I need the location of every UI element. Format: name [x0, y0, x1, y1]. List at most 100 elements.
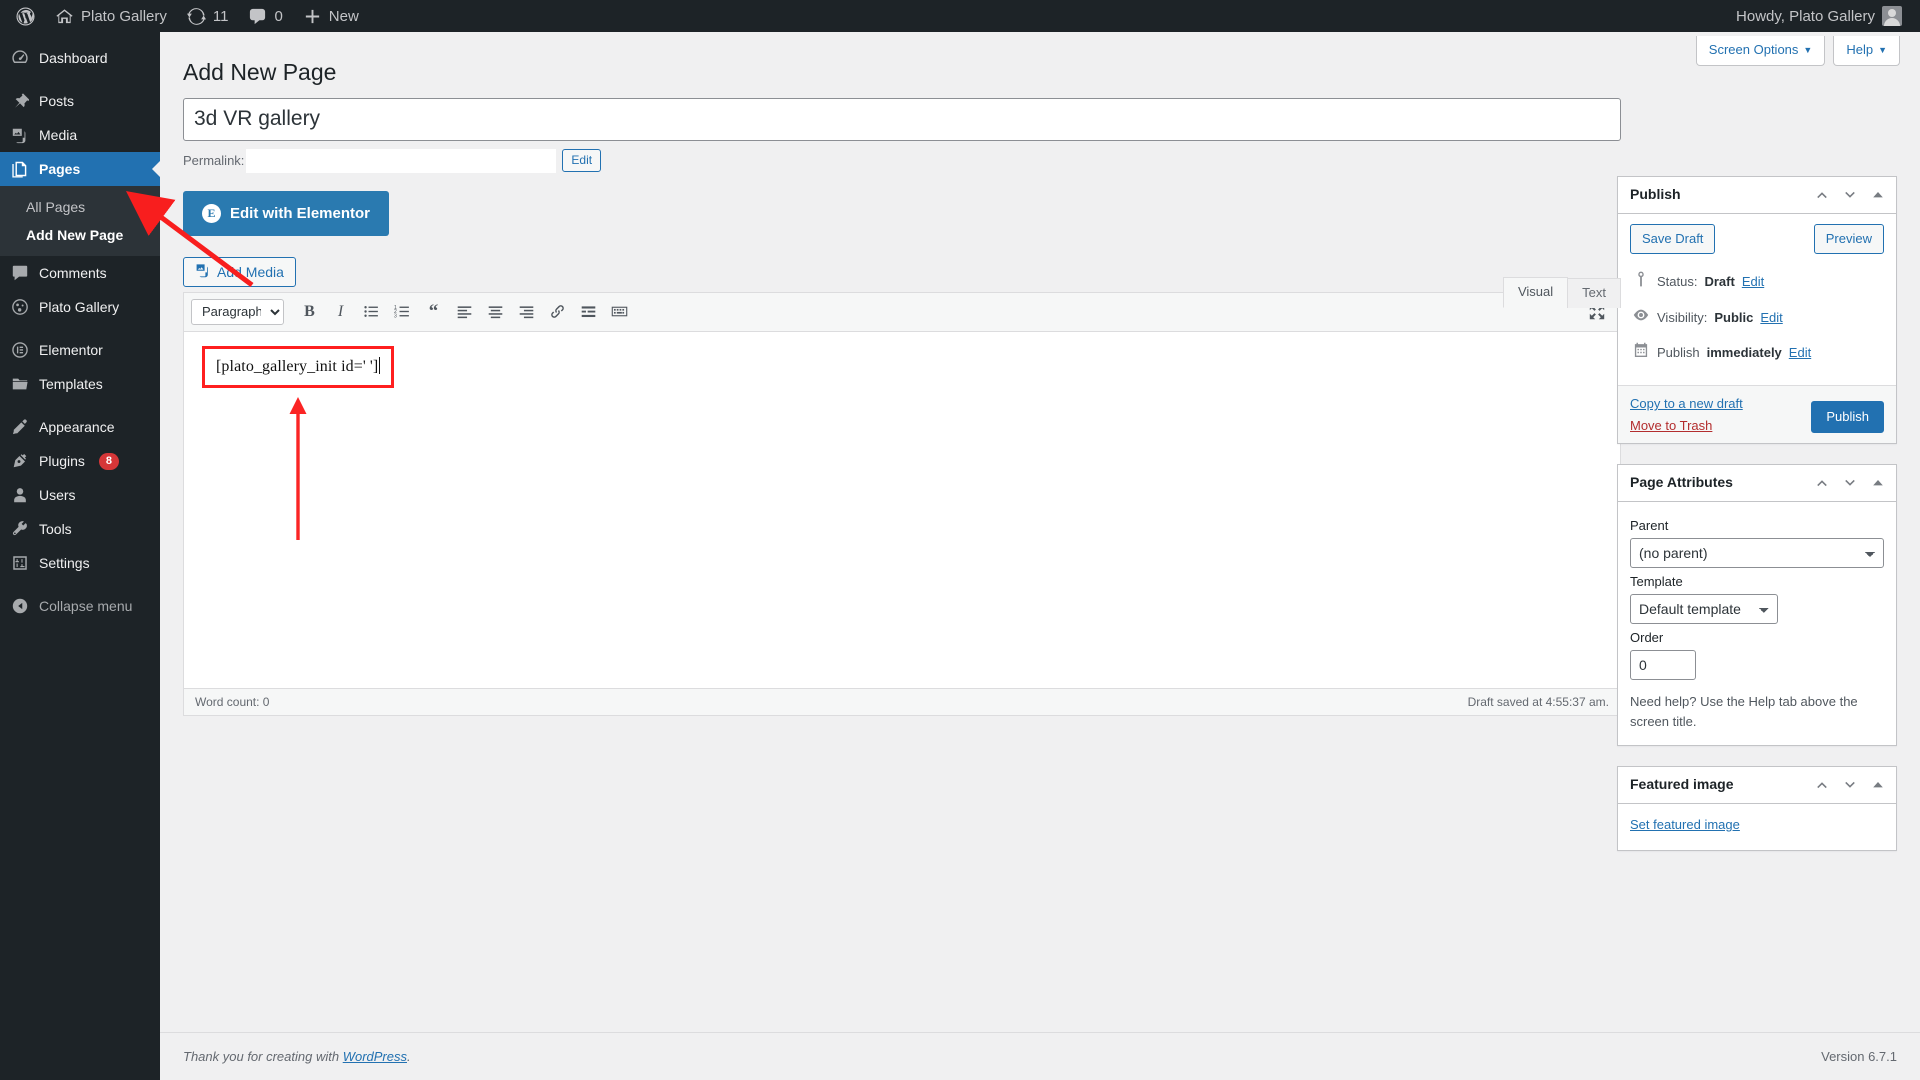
- align-right-icon[interactable]: [512, 299, 541, 325]
- my-account-menu[interactable]: Howdy, Plato Gallery: [1726, 0, 1912, 32]
- menu-order-input[interactable]: [1630, 650, 1696, 681]
- sidebar-item-comments[interactable]: Comments: [0, 256, 160, 290]
- sidebar-subitem-add-new-page[interactable]: Add New Page: [0, 221, 160, 249]
- howdy-label: Howdy, Plato Gallery: [1736, 7, 1875, 25]
- align-center-icon[interactable]: [481, 299, 510, 325]
- numbered-list-icon[interactable]: 123: [388, 299, 417, 325]
- publish-major-actions: Copy to a new draft Move to Trash Publis…: [1618, 385, 1896, 444]
- set-featured-image-link[interactable]: Set featured image: [1630, 817, 1740, 832]
- permalink-edit-button[interactable]: Edit: [562, 149, 602, 173]
- sidebar-item-label: Users: [39, 487, 76, 503]
- sidebar-item-elementor[interactable]: Elementor: [0, 333, 160, 367]
- sidebar-item-tools[interactable]: Tools: [0, 512, 160, 546]
- toggle-panel-icon[interactable]: [1864, 180, 1892, 210]
- admin-sidebar-menu: Dashboard Posts Media Pages All Pages Ad…: [0, 32, 160, 1080]
- italic-icon[interactable]: I: [326, 299, 355, 325]
- align-left-icon[interactable]: [450, 299, 479, 325]
- screen-meta-links: Screen Options ▼ Help ▼: [1695, 36, 1900, 67]
- toggle-panel-icon[interactable]: [1864, 468, 1892, 498]
- sidebar-item-media[interactable]: Media: [0, 118, 160, 152]
- post-title-input[interactable]: [183, 97, 1621, 141]
- updates-icon: [186, 7, 206, 26]
- comments-menu[interactable]: 0: [238, 0, 292, 32]
- wordpress-link[interactable]: WordPress: [343, 1049, 407, 1064]
- sidebar-item-plato-gallery[interactable]: Plato Gallery: [0, 290, 160, 324]
- publish-metabox-header: Publish: [1618, 177, 1896, 214]
- site-name-menu[interactable]: Plato Gallery: [45, 0, 177, 32]
- chevron-up-icon[interactable]: [1808, 770, 1836, 800]
- sidebar-item-pages[interactable]: Pages: [0, 152, 160, 186]
- featured-image-metabox: Featured image Set featured image: [1617, 766, 1897, 852]
- save-draft-button[interactable]: Save Draft: [1630, 223, 1716, 254]
- menu-spacer-1: [0, 75, 160, 84]
- sidebar-item-users[interactable]: Users: [0, 478, 160, 512]
- edit-with-elementor-button[interactable]: E Edit with Elementor: [183, 190, 390, 236]
- read-more-icon[interactable]: [574, 299, 603, 325]
- draft-saved-status: Draft saved at 4:55:37 am.: [1467, 694, 1609, 709]
- insert-link-icon[interactable]: [543, 299, 572, 325]
- sidebar-item-appearance[interactable]: Appearance: [0, 410, 160, 444]
- sidebar-item-settings[interactable]: Settings: [0, 546, 160, 580]
- chevron-down-icon[interactable]: [1836, 770, 1864, 800]
- featured-image-title: Featured image: [1630, 776, 1734, 793]
- menu-spacer-2: [0, 324, 160, 333]
- tab-text[interactable]: Text: [1567, 277, 1621, 308]
- tab-visual[interactable]: Visual: [1502, 276, 1569, 308]
- move-to-trash-link[interactable]: Move to Trash: [1630, 418, 1743, 433]
- page-attributes-metabox: Page Attributes Parent (no parent) Templ…: [1617, 464, 1897, 747]
- toggle-panel-icon[interactable]: [1864, 770, 1892, 800]
- publish-minor-actions: Save Draft Preview Status: Draft Edit Vi…: [1618, 214, 1896, 385]
- edit-visibility-link[interactable]: Edit: [1760, 308, 1782, 329]
- text-cursor: [379, 356, 381, 374]
- editor-box: Paragraph B I 123 “ [plato_gallery_init …: [183, 291, 1621, 689]
- user-avatar-icon: [1882, 6, 1902, 26]
- metabox-handle-actions: [1808, 468, 1892, 498]
- sidebar-item-posts[interactable]: Posts: [0, 84, 160, 118]
- pages-submenu: All Pages Add New Page: [0, 186, 160, 256]
- chevron-up-icon[interactable]: [1808, 468, 1836, 498]
- chevron-down-icon[interactable]: [1836, 180, 1864, 210]
- updates-count: 11: [212, 7, 229, 25]
- toolbar-toggle-icon[interactable]: [605, 299, 634, 325]
- wordpress-logo-icon: [16, 6, 35, 26]
- sidebar-item-label: Comments: [39, 265, 107, 281]
- post-status-pin-icon: [1632, 270, 1650, 295]
- editor-content-area[interactable]: [plato_gallery_init id=' ']: [184, 332, 1620, 688]
- elementor-icon: [10, 340, 30, 360]
- help-button[interactable]: Help ▼: [1833, 36, 1900, 67]
- page-template-select[interactable]: Default template: [1630, 594, 1778, 625]
- collapse-menu-button[interactable]: Collapse menu: [0, 589, 160, 623]
- wordpress-logo-menu[interactable]: [6, 0, 45, 32]
- screen-options-button[interactable]: Screen Options ▼: [1695, 36, 1826, 67]
- paragraph-format-select[interactable]: Paragraph: [191, 298, 284, 325]
- publish-button[interactable]: Publish: [1811, 401, 1884, 434]
- blockquote-icon[interactable]: “: [419, 299, 448, 325]
- chevron-up-icon[interactable]: [1808, 180, 1836, 210]
- permalink-row: Permalink: Edit: [183, 148, 1621, 174]
- preview-button[interactable]: Preview: [1813, 223, 1884, 254]
- edit-status-link[interactable]: Edit: [1742, 272, 1764, 293]
- svg-text:3: 3: [394, 314, 397, 320]
- page-attributes-body: Parent (no parent) Template Default temp…: [1618, 502, 1896, 745]
- parent-page-select[interactable]: (no parent): [1630, 538, 1884, 569]
- bulleted-list-icon[interactable]: [357, 299, 386, 325]
- sidebar-item-label: Plugins: [39, 453, 85, 469]
- help-label: Help: [1846, 42, 1874, 57]
- sidebar-subitem-all-pages[interactable]: All Pages: [0, 193, 160, 221]
- page-attributes-header: Page Attributes: [1618, 465, 1896, 503]
- edit-with-elementor-label: Edit with Elementor: [230, 204, 371, 222]
- bold-icon[interactable]: B: [295, 299, 324, 325]
- sidebar-item-plugins[interactable]: Plugins 8: [0, 444, 160, 478]
- new-content-menu[interactable]: New: [293, 0, 369, 32]
- admin-bar: Plato Gallery 11 0 New Howdy, Plato Gall…: [0, 0, 1920, 32]
- sidebar-item-dashboard[interactable]: Dashboard: [0, 41, 160, 75]
- edit-schedule-link[interactable]: Edit: [1789, 343, 1811, 364]
- sidebar-item-templates[interactable]: Templates: [0, 367, 160, 401]
- add-media-button[interactable]: Add Media: [183, 256, 296, 287]
- chevron-down-icon[interactable]: [1836, 468, 1864, 498]
- updates-menu[interactable]: 11: [177, 0, 239, 32]
- editor-wrap: Add Media Visual Text Paragraph B I 1 2 …: [183, 256, 1621, 716]
- copy-to-new-draft-link[interactable]: Copy to a new draft: [1630, 396, 1743, 411]
- permalink-value: [246, 148, 557, 173]
- sidebar-item-label: Settings: [39, 555, 90, 571]
